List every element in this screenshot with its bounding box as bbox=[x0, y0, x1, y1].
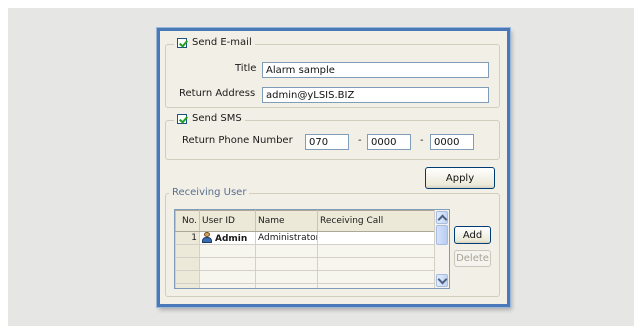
title-label: Title bbox=[235, 63, 257, 74]
col-header-receiving-call[interactable]: Receiving Call bbox=[317, 210, 436, 232]
col-header-no[interactable]: No. bbox=[175, 210, 200, 232]
title-input[interactable] bbox=[262, 62, 489, 78]
table-row[interactable]: 1 Admin Administrator bbox=[175, 231, 436, 245]
user-id-value: Admin bbox=[215, 234, 248, 244]
phone-part-1-input[interactable] bbox=[305, 134, 349, 150]
row-number: 1 bbox=[175, 231, 200, 245]
table-row bbox=[175, 270, 436, 284]
scroll-up-arrow-icon[interactable] bbox=[436, 211, 448, 224]
email-group: Send E-mail Title Return Address bbox=[165, 37, 500, 108]
send-email-label: Send E-mail bbox=[192, 37, 252, 48]
table-row bbox=[175, 244, 436, 258]
receiving-call-cell[interactable] bbox=[317, 231, 436, 245]
delete-user-button[interactable]: Delete bbox=[454, 250, 491, 267]
receiving-user-legend: Receiving User bbox=[169, 187, 250, 198]
return-address-label: Return Address bbox=[179, 88, 256, 99]
phone-separator: - bbox=[358, 135, 362, 146]
receiving-user-grid: No. User ID Name Receiving Call 1 Admin … bbox=[174, 209, 450, 289]
scroll-down-arrow-icon[interactable] bbox=[436, 274, 448, 287]
send-sms-toggle[interactable]: Send SMS bbox=[174, 113, 245, 124]
return-phone-label: Return Phone Number bbox=[182, 135, 293, 146]
table-row bbox=[175, 257, 436, 271]
receiving-user-table: No. User ID Name Receiving Call 1 Admin … bbox=[175, 210, 436, 288]
add-user-button[interactable]: Add bbox=[454, 226, 491, 244]
col-header-user-id[interactable]: User ID bbox=[199, 210, 256, 232]
alarm-settings-dialog: Send E-mail Title Return Address Send SM… bbox=[157, 28, 510, 307]
scroll-thumb[interactable] bbox=[436, 225, 448, 245]
sms-group: Send SMS Return Phone Number - - bbox=[165, 113, 500, 160]
phone-part-3-input[interactable] bbox=[430, 134, 474, 150]
table-header-row: No. User ID Name Receiving Call bbox=[175, 210, 436, 232]
apply-button[interactable]: Apply bbox=[425, 167, 495, 189]
send-email-checkbox[interactable] bbox=[177, 37, 187, 48]
phone-part-2-input[interactable] bbox=[367, 134, 411, 150]
user-id-cell: Admin bbox=[199, 231, 256, 245]
grid-vertical-scrollbar[interactable] bbox=[434, 210, 449, 288]
user-icon bbox=[202, 232, 212, 243]
send-email-toggle[interactable]: Send E-mail bbox=[174, 37, 255, 48]
send-sms-checkbox[interactable] bbox=[177, 113, 187, 124]
send-sms-label: Send SMS bbox=[192, 113, 242, 124]
col-header-name[interactable]: Name bbox=[255, 210, 318, 232]
name-cell: Administrator bbox=[255, 231, 318, 245]
table-row bbox=[175, 283, 436, 288]
phone-separator: - bbox=[420, 135, 424, 146]
return-address-input[interactable] bbox=[262, 87, 489, 103]
